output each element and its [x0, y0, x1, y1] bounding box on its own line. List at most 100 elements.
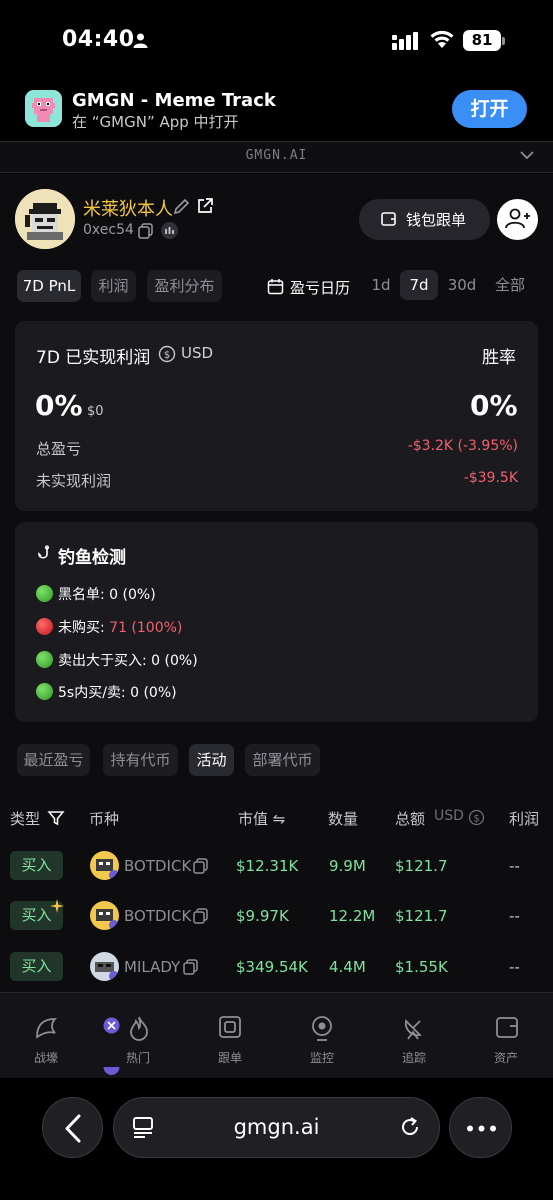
tab-7d-pnl[interactable]: 7D PnL [17, 270, 81, 302]
battery-tip [502, 37, 505, 45]
satellite-dish-icon[interactable] [402, 1015, 426, 1041]
token-name[interactable]: BOTDICK [124, 857, 191, 875]
chain-icon[interactable] [161, 222, 178, 239]
app-banner-subtitle: 在 “GMGN” App 中打开 [72, 113, 239, 131]
range-all[interactable]: 全部 [490, 270, 530, 300]
token-avatar[interactable] [90, 901, 119, 930]
total-amount: $121.7 [395, 857, 448, 875]
column-header-mcap[interactable]: 市值 ⇋ [238, 808, 285, 829]
token-avatar[interactable] [90, 952, 119, 981]
tab-recent-pnl[interactable]: 最近盈亏 [17, 744, 90, 776]
wallet-address: 0xec54 [83, 222, 134, 238]
profit-value: -- [509, 958, 520, 976]
profit-value: -- [509, 907, 520, 925]
total-pnl-value: -$3.2K (-3.95%) [407, 438, 518, 454]
winrate-label: 胜率 [482, 348, 516, 368]
copy-icon[interactable] [183, 959, 198, 975]
app-banner-title: GMGN - Meme Track [72, 90, 276, 111]
type-badge-buy: 买入 [10, 851, 63, 880]
column-header-type: 类型 [10, 810, 41, 828]
currency-toggle-icon[interactable]: $ [468, 809, 485, 826]
reload-icon[interactable] [398, 1115, 422, 1139]
copy-icon[interactable] [138, 223, 153, 239]
chevron-left-icon [65, 1114, 81, 1143]
monitor-icon[interactable] [310, 1015, 334, 1041]
person-icon [133, 33, 148, 48]
wallet-avatar [15, 189, 75, 249]
tab-hot[interactable]: 热门 [108, 1049, 168, 1066]
quantity: 12.2M [329, 907, 376, 925]
open-app-button[interactable]: 打开 [452, 90, 527, 128]
token-avatar[interactable] [90, 851, 119, 880]
column-header-total: 总额 [395, 810, 426, 828]
tab-holdings[interactable]: 持有代币 [103, 744, 178, 776]
copy-trade-label: 钱包跟单 [406, 211, 467, 229]
unrealized-profit-value: -$39.5K [463, 470, 518, 486]
token-name[interactable]: BOTDICK [124, 907, 191, 925]
wallet-nickname: 米莱狄本人 [83, 199, 173, 220]
winrate-value: 0% [470, 389, 518, 422]
total-amount: $121.7 [395, 907, 448, 925]
column-header-profit: 利润 [509, 810, 540, 828]
copy-icon[interactable] [193, 858, 208, 874]
wallet-icon[interactable] [495, 1015, 519, 1039]
chevron-down-icon[interactable] [519, 150, 535, 160]
tab-deployed-tokens[interactable]: 部署代币 [245, 744, 320, 776]
pnl-calendar-link[interactable]: 盈亏日历 [290, 277, 350, 298]
edit-icon[interactable] [172, 197, 191, 216]
unrealized-profit-label: 未实现利润 [36, 472, 112, 490]
status-green-icon [36, 683, 53, 700]
more-button[interactable] [449, 1097, 512, 1158]
status-red-icon [36, 618, 53, 635]
filter-icon[interactable] [47, 809, 65, 827]
trenches-icon[interactable] [33, 1015, 59, 1041]
tab-tracking[interactable]: 追踪 [384, 1049, 444, 1066]
copy-trade-icon[interactable] [218, 1015, 242, 1039]
total-pnl-label: 总盈亏 [36, 440, 82, 458]
add-follow-button[interactable] [497, 199, 538, 240]
quantity: 9.9M [329, 857, 366, 875]
address-text: gmgn.ai [233, 1115, 320, 1139]
tab-profit[interactable]: 利润 [91, 270, 136, 302]
tab-profit-distribution[interactable]: 盈利分布 [147, 270, 222, 302]
status-green-icon [36, 585, 53, 602]
flame-icon[interactable] [127, 1015, 151, 1041]
fishhook-icon [38, 545, 50, 559]
tab-trenches[interactable]: 战壕 [16, 1049, 76, 1066]
pnl-card-title: 7D 已实现利润 [36, 348, 151, 368]
external-link-icon[interactable] [196, 197, 214, 215]
site-url-label: GMGN.AI [245, 148, 308, 163]
quantity: 4.4M [329, 958, 366, 976]
svg-text:$: $ [473, 814, 479, 825]
sparkle-icon [50, 899, 64, 913]
tab-monitor[interactable]: 监控 [292, 1049, 352, 1066]
status-green-icon [36, 651, 53, 668]
market-cap: $9.97K [236, 907, 289, 925]
total-amount: $1.55K [395, 958, 448, 976]
realized-profit-usd: $0 [87, 404, 104, 419]
profit-value: -- [509, 857, 520, 875]
currency-unit[interactable]: USD [181, 344, 213, 362]
wallet-icon [381, 212, 396, 226]
range-7d[interactable]: 7d [400, 270, 438, 300]
copy-icon[interactable] [193, 908, 208, 924]
tab-copy-trade[interactable]: 跟单 [200, 1049, 260, 1066]
column-header-currency[interactable]: USD [434, 808, 464, 824]
add-user-icon [505, 208, 530, 229]
check-sell-gt-buy: 卖出大于买入: 0 (0%) [36, 650, 198, 670]
cellular-signal-icon [392, 32, 418, 50]
calendar-icon[interactable] [267, 278, 284, 295]
currency-toggle-icon[interactable]: $ [158, 345, 176, 363]
type-badge-buy: 买入 [10, 952, 63, 981]
range-1d[interactable]: 1d [366, 270, 396, 300]
range-30d[interactable]: 30d [444, 270, 480, 300]
check-not-bought: 未购买: 71 (100%) [36, 617, 182, 637]
wifi-icon [430, 30, 454, 48]
solana-badge-icon [103, 1067, 120, 1075]
bottom-tab-bar [0, 992, 553, 1078]
tab-assets[interactable]: 资产 [476, 1049, 536, 1066]
token-name[interactable]: MILADY [124, 958, 180, 976]
back-button[interactable] [42, 1097, 103, 1158]
tab-activity[interactable]: 活动 [189, 744, 234, 776]
solana-badge-icon [103, 1017, 120, 1034]
